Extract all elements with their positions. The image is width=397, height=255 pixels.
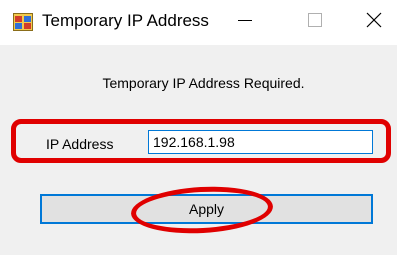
- dialog-window: Temporary IP Address Temporary IP Addres…: [0, 0, 397, 255]
- close-icon: [366, 12, 382, 33]
- minimize-icon: [238, 13, 252, 32]
- dialog-body: Temporary IP Address Required. IP Addres…: [0, 45, 397, 255]
- maximize-icon: [308, 13, 322, 32]
- window-app-icon: [13, 13, 33, 31]
- close-button[interactable]: [351, 0, 397, 45]
- ip-address-label: IP Address: [46, 136, 114, 152]
- window-title: Temporary IP Address: [42, 11, 209, 30]
- ip-address-input[interactable]: [148, 130, 373, 154]
- minimize-button[interactable]: [222, 0, 268, 45]
- apply-button[interactable]: Apply: [40, 194, 373, 224]
- prompt-text: Temporary IP Address Required.: [102, 75, 305, 91]
- maximize-button[interactable]: [292, 0, 338, 45]
- title-bar[interactable]: Temporary IP Address: [0, 0, 397, 45]
